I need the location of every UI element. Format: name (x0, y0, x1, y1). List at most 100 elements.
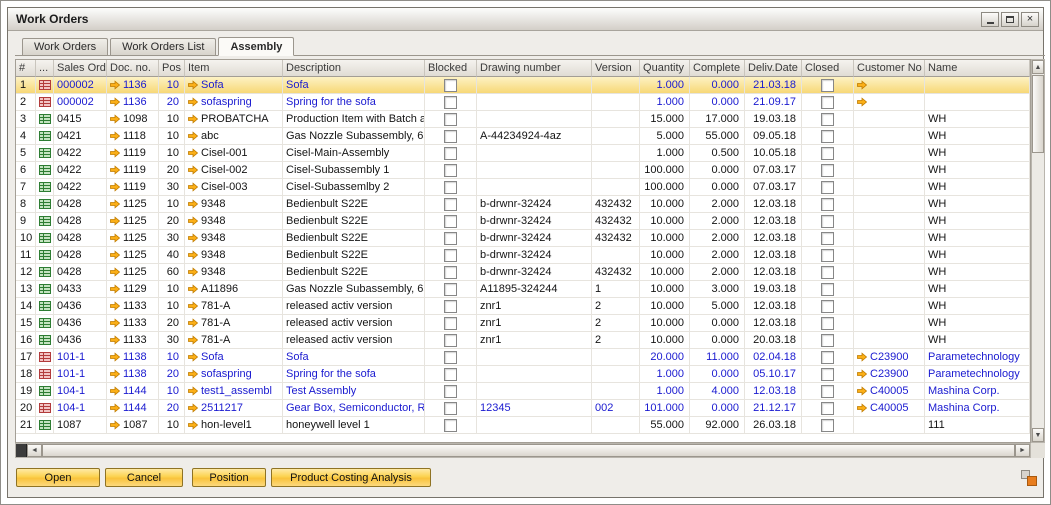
column-header-icon[interactable]: ... (36, 60, 54, 77)
complete-cell[interactable]: 2.000 (690, 264, 745, 281)
complete-cell[interactable]: 0.000 (690, 77, 745, 94)
drawing-number-cell[interactable]: A-44234924-4az (477, 128, 592, 145)
quantity-cell[interactable]: 55.000 (640, 417, 690, 434)
deliv-date-cell[interactable]: 07.03.17 (745, 179, 802, 196)
name-cell[interactable]: WH (925, 111, 1030, 128)
scroll-up-button[interactable]: ▲ (1032, 60, 1044, 74)
doc-no-cell[interactable]: 1087 (107, 417, 159, 434)
version-cell[interactable] (592, 349, 640, 366)
sales-order-cell[interactable]: 0422 (54, 179, 107, 196)
column-header-item[interactable]: Item (185, 60, 283, 77)
closed-checkbox[interactable] (821, 402, 834, 415)
deliv-date-cell[interactable]: 07.03.17 (745, 162, 802, 179)
item-cell[interactable]: 2511217 (185, 400, 283, 417)
minimize-button[interactable] (981, 12, 999, 27)
drawing-number-cell[interactable]: b-drwnr-32424 (477, 247, 592, 264)
link-arrow-icon[interactable] (110, 420, 120, 430)
description-cell[interactable]: Bedienbult S22E (283, 213, 425, 230)
name-cell[interactable]: WH (925, 298, 1030, 315)
complete-cell[interactable]: 0.000 (690, 94, 745, 111)
link-arrow-icon[interactable] (857, 386, 867, 396)
quantity-cell[interactable]: 10.000 (640, 281, 690, 298)
version-cell[interactable] (592, 162, 640, 179)
link-arrow-icon[interactable] (188, 97, 198, 107)
complete-cell[interactable]: 0.000 (690, 315, 745, 332)
version-cell[interactable]: 002 (592, 400, 640, 417)
version-cell[interactable] (592, 366, 640, 383)
description-cell[interactable]: Gear Box, Semiconductor, Rhx (283, 400, 425, 417)
drawing-number-cell[interactable] (477, 366, 592, 383)
quantity-cell[interactable]: 1.000 (640, 145, 690, 162)
item-cell[interactable]: 781-A (185, 332, 283, 349)
item-cell[interactable]: 9348 (185, 230, 283, 247)
row-number[interactable]: 18 (16, 366, 36, 383)
row-number[interactable]: 10 (16, 230, 36, 247)
complete-cell[interactable]: 11.000 (690, 349, 745, 366)
doc-no-cell[interactable]: 1118 (107, 128, 159, 145)
quantity-cell[interactable]: 1.000 (640, 383, 690, 400)
row-number[interactable]: 4 (16, 128, 36, 145)
vertical-scrollbar[interactable]: ▲ ▼ (1031, 59, 1045, 443)
doc-no-cell[interactable]: 1125 (107, 230, 159, 247)
drawing-number-cell[interactable] (477, 383, 592, 400)
blocked-checkbox[interactable] (444, 113, 457, 126)
drawing-number-cell[interactable]: b-drwnr-32424 (477, 213, 592, 230)
link-arrow-icon[interactable] (110, 148, 120, 158)
closed-checkbox[interactable] (821, 181, 834, 194)
deliv-date-cell[interactable]: 10.05.18 (745, 145, 802, 162)
scroll-down-button[interactable]: ▼ (1032, 428, 1044, 442)
description-cell[interactable]: released activ version (283, 332, 425, 349)
blocked-checkbox[interactable] (444, 249, 457, 262)
complete-cell[interactable]: 2.000 (690, 230, 745, 247)
link-arrow-icon[interactable] (110, 301, 120, 311)
closed-checkbox[interactable] (821, 113, 834, 126)
link-arrow-icon[interactable] (110, 97, 120, 107)
column-header-customer-no[interactable]: Customer No (854, 60, 925, 77)
scroll-right-button[interactable]: ► (1015, 444, 1030, 457)
name-cell[interactable]: Mashina Corp. (925, 400, 1030, 417)
link-arrow-icon[interactable] (110, 267, 120, 277)
closed-checkbox[interactable] (821, 334, 834, 347)
version-cell[interactable]: 432432 (592, 213, 640, 230)
row-number[interactable]: 21 (16, 417, 36, 434)
sales-order-cell[interactable]: 0436 (54, 298, 107, 315)
column-header-deliv-date[interactable]: Deliv.Date (745, 60, 802, 77)
doc-no-cell[interactable]: 1138 (107, 366, 159, 383)
name-cell[interactable]: WH (925, 332, 1030, 349)
doc-no-cell[interactable]: 1125 (107, 213, 159, 230)
deliv-date-cell[interactable]: 21.09.17 (745, 94, 802, 111)
customer-no-cell[interactable]: C40005 (854, 400, 925, 417)
description-cell[interactable]: Spring for the sofa (283, 94, 425, 111)
quantity-cell[interactable]: 101.000 (640, 400, 690, 417)
doc-no-cell[interactable]: 1119 (107, 179, 159, 196)
complete-cell[interactable]: 0.000 (690, 332, 745, 349)
drawing-number-cell[interactable] (477, 94, 592, 111)
blocked-checkbox[interactable] (444, 130, 457, 143)
closed-checkbox[interactable] (821, 215, 834, 228)
pos-cell[interactable]: 10 (159, 383, 185, 400)
quantity-cell[interactable]: 100.000 (640, 179, 690, 196)
customer-no-cell[interactable] (854, 247, 925, 264)
description-cell[interactable]: Cisel-Main-Assembly (283, 145, 425, 162)
version-cell[interactable] (592, 128, 640, 145)
doc-no-cell[interactable]: 1098 (107, 111, 159, 128)
description-cell[interactable]: Cisel-Subassemlby 2 (283, 179, 425, 196)
description-cell[interactable]: Test Assembly (283, 383, 425, 400)
doc-no-cell[interactable]: 1138 (107, 349, 159, 366)
column-header-name[interactable]: Name (925, 60, 1030, 77)
link-arrow-icon[interactable] (188, 216, 198, 226)
link-arrow-icon[interactable] (110, 250, 120, 260)
customer-no-cell[interactable] (854, 315, 925, 332)
complete-cell[interactable]: 0.000 (690, 162, 745, 179)
link-arrow-icon[interactable] (188, 352, 198, 362)
item-cell[interactable]: 9348 (185, 264, 283, 281)
drawing-number-cell[interactable]: b-drwnr-32424 (477, 196, 592, 213)
item-cell[interactable]: 9348 (185, 196, 283, 213)
closed-checkbox[interactable] (821, 198, 834, 211)
customer-no-cell[interactable] (854, 77, 925, 94)
closed-checkbox[interactable] (821, 266, 834, 279)
deliv-date-cell[interactable]: 12.03.18 (745, 247, 802, 264)
doc-no-cell[interactable]: 1125 (107, 196, 159, 213)
quantity-cell[interactable]: 10.000 (640, 213, 690, 230)
deliv-date-cell[interactable]: 19.03.18 (745, 281, 802, 298)
